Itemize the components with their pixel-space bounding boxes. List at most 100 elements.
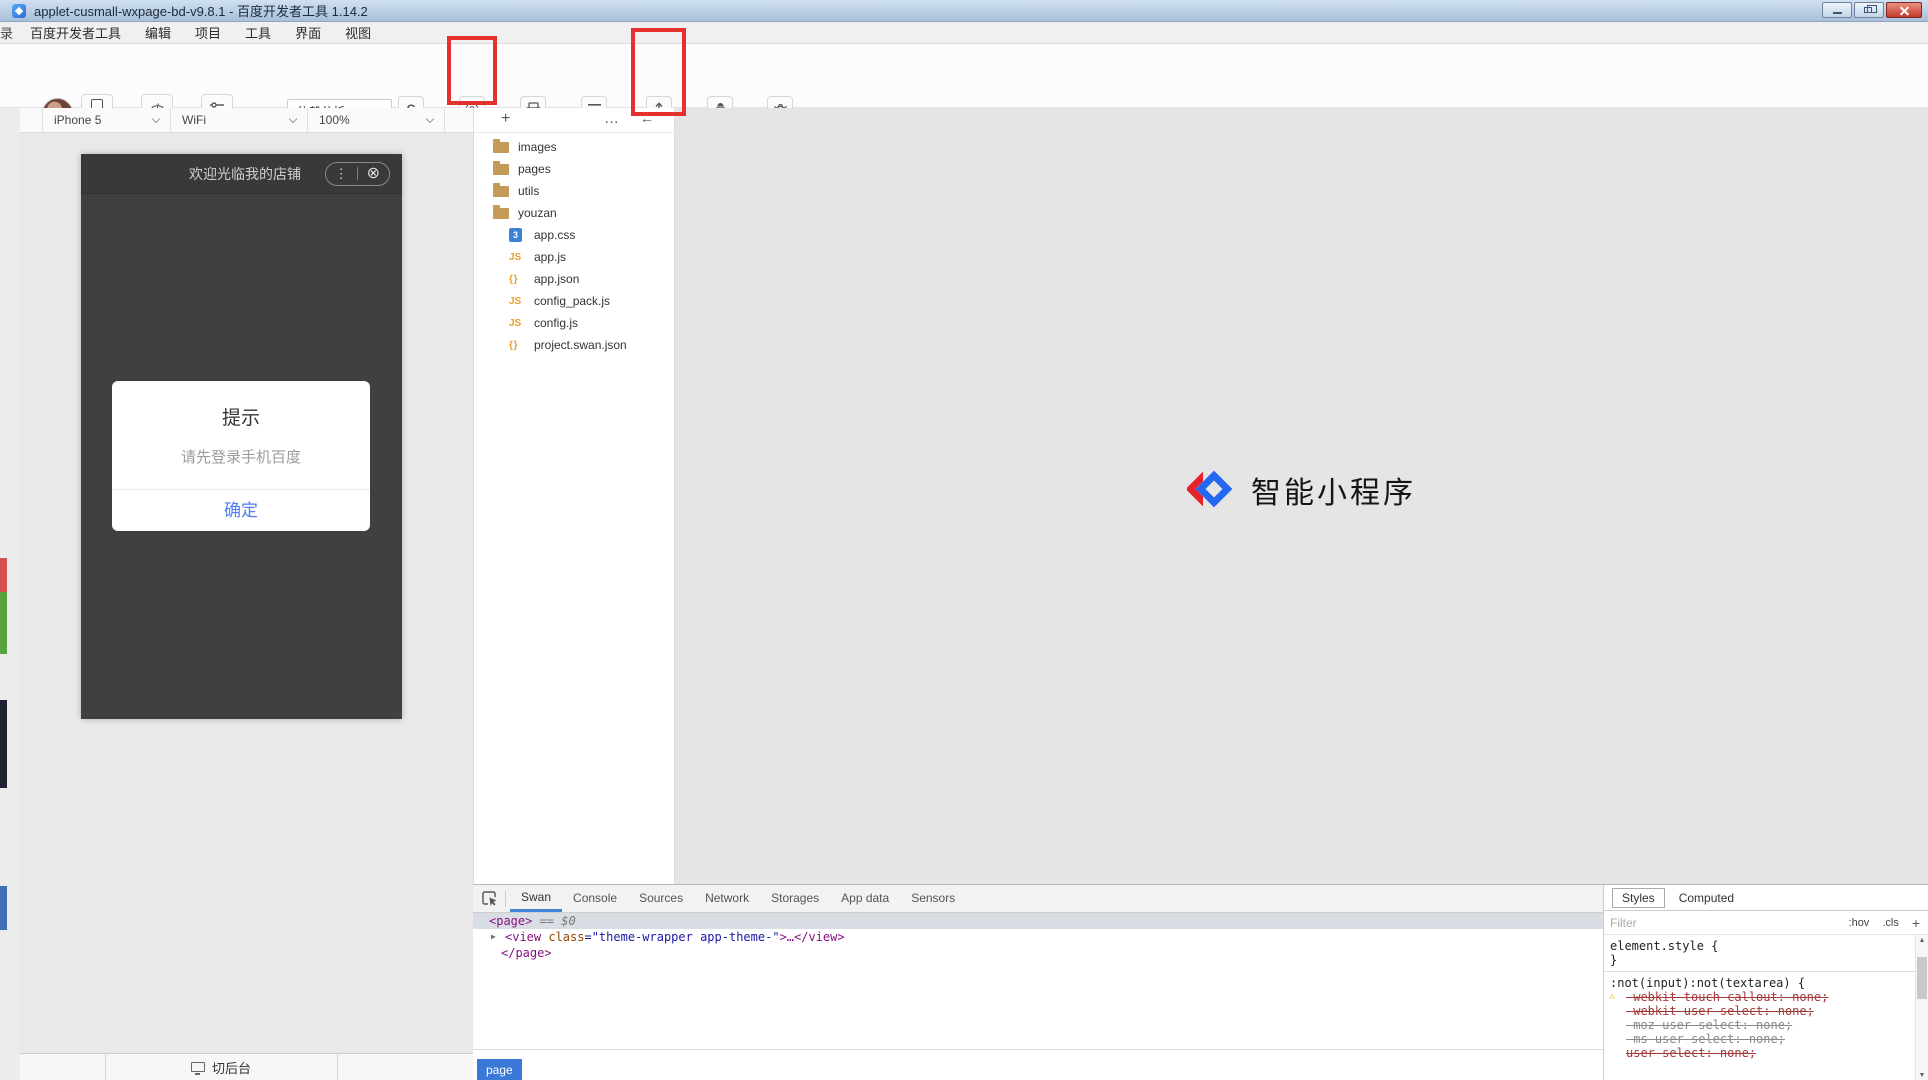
more-options-button[interactable]: … [604, 110, 620, 127]
preview-annotation-box [447, 36, 497, 105]
styles-scrollbar[interactable]: ▲ ▼ [1915, 935, 1928, 1080]
tab-sensors[interactable]: Sensors [900, 885, 966, 912]
expand-arrow-icon[interactable]: ▸ [474, 142, 493, 153]
tab-swan[interactable]: Swan [510, 885, 562, 912]
tree-item-config-js[interactable]: JS config.js [474, 312, 674, 334]
add-file-button[interactable]: + [501, 110, 510, 128]
expand-arrow-icon[interactable]: ▸ [474, 208, 493, 219]
tab-network[interactable]: Network [694, 885, 760, 912]
title-bar: applet-cusmall-wxpage-bd-v9.8.1 - 百度开发者工… [0, 0, 1928, 22]
modal-dialog: 提示 请先登录手机百度 确定 [112, 381, 370, 531]
folder-icon [493, 142, 509, 153]
tab-sources[interactable]: Sources [628, 885, 694, 912]
inspect-element-button[interactable] [482, 891, 498, 906]
pseudo-state-button[interactable]: :hov [1849, 917, 1870, 929]
css-property[interactable]: -webkit-user-select: none; [1610, 1004, 1912, 1018]
tree-item-utils[interactable]: ▸ utils [474, 180, 674, 202]
tree-item-config-pack-js[interactable]: JS config_pack.js [474, 290, 674, 312]
tree-item-images[interactable]: ▸ images [474, 136, 674, 158]
tree-item-app-js[interactable]: JS app.js [474, 246, 674, 268]
desktop-edge-sliver [0, 592, 7, 654]
menu-edit[interactable]: 编辑 [133, 23, 183, 42]
elements-breadcrumb-bar: page [473, 1049, 1603, 1080]
elements-tree: <page> == $0 ▶<view class="theme-wrapper… [473, 913, 1603, 1049]
scroll-up-icon[interactable]: ▲ [1916, 937, 1928, 944]
menu-dots-icon[interactable]: ⋮ [335, 166, 348, 182]
desktop-edge-sliver [0, 700, 7, 788]
new-style-rule-button[interactable]: + [1912, 915, 1920, 931]
minimize-icon [1833, 12, 1842, 14]
chevron-down-icon [152, 114, 160, 122]
breadcrumb-page[interactable]: page [477, 1059, 522, 1080]
element-classes-button[interactable]: .cls [1882, 917, 1899, 929]
device-select[interactable]: iPhone 5 [43, 108, 171, 132]
simulator-footer: 切后台 [20, 1053, 473, 1080]
expand-arrow-icon[interactable]: ▸ [474, 164, 493, 175]
css-file-icon: 3 [509, 228, 522, 242]
menu-project[interactable]: 项目 [183, 23, 233, 42]
network-select[interactable]: WiFi [171, 108, 308, 132]
css-selector[interactable]: :not(input):not(textarea) { [1610, 976, 1912, 990]
device-bar-spacer [20, 108, 43, 132]
publish-annotation-box [631, 28, 686, 116]
element-style-rule[interactable]: element.style { [1610, 939, 1912, 953]
element-row-page-close[interactable]: </page> [473, 945, 1603, 961]
close-button[interactable] [1886, 2, 1922, 18]
minimize-button[interactable] [1822, 2, 1852, 18]
folder-icon [493, 208, 509, 219]
css-property[interactable]: -ms-user-select: none; [1610, 1032, 1912, 1046]
styles-tab-bar: Styles Computed [1604, 885, 1928, 911]
tab-computed[interactable]: Computed [1670, 889, 1743, 907]
chevron-down-icon [289, 114, 297, 122]
tab-console[interactable]: Console [562, 885, 628, 912]
tree-item-project-swan-json[interactable]: { } project.swan.json [474, 334, 674, 356]
app-logo-icon [12, 4, 26, 18]
tree-item-youzan[interactable]: ▸ youzan [474, 202, 674, 224]
scroll-down-icon[interactable]: ▼ [1916, 1072, 1928, 1079]
expand-arrow-icon[interactable]: ▶ [491, 929, 496, 945]
folder-icon [493, 164, 509, 175]
scrollbar-thumb[interactable] [1917, 957, 1927, 999]
inspect-cursor-icon [482, 891, 498, 906]
tree-item-pages[interactable]: ▸ pages [474, 158, 674, 180]
switch-background-button[interactable]: 切后台 [105, 1054, 337, 1080]
json-file-icon: { } [509, 274, 517, 285]
css-property[interactable]: ⚠ -webkit-touch-callout: none; [1610, 990, 1912, 1004]
element-row-page-open[interactable]: <page> == $0 [473, 913, 1603, 929]
css-property[interactable]: user-select: none; [1610, 1046, 1912, 1060]
chevron-down-icon [426, 114, 434, 122]
zoom-select[interactable]: 100% [308, 108, 445, 132]
styles-panel: Styles Computed :hov .cls + element.styl… [1603, 885, 1928, 1080]
tree-item-app-json[interactable]: { } app.json [474, 268, 674, 290]
simulator-panel: 欢迎光临我的店铺 ⋮ ⊗ 提示 请先登录手机百度 确定 [20, 133, 473, 1053]
dialog-title: 提示 [112, 403, 370, 430]
tab-app-data[interactable]: App data [830, 885, 900, 912]
swan-logo-icon [1187, 468, 1235, 512]
smart-miniprogram-logo: 智能小程序 [1187, 468, 1416, 512]
desktop-edge-sliver [0, 558, 7, 592]
tab-storages[interactable]: Storages [760, 885, 830, 912]
restore-icon [1864, 7, 1872, 13]
menu-devtools[interactable]: 百度开发者工具 [18, 23, 133, 42]
tree-item-app-css[interactable]: 3 app.css [474, 224, 674, 246]
tab-styles[interactable]: Styles [1612, 888, 1665, 908]
menu-interface[interactable]: 界面 [283, 23, 333, 42]
menu-tools[interactable]: 工具 [233, 23, 283, 42]
window-title: applet-cusmall-wxpage-bd-v9.8.1 - 百度开发者工… [34, 1, 368, 20]
css-property[interactable]: -moz-user-select: none; [1610, 1018, 1912, 1032]
dialog-confirm-button[interactable]: 确定 [112, 490, 370, 531]
styles-filter-input[interactable] [1610, 916, 1750, 930]
warning-icon: ⚠ [1609, 990, 1615, 1004]
menu-bar: 录 百度开发者工具 编辑 项目 工具 界面 视图 [0, 22, 1928, 44]
dialog-message: 请先登录手机百度 [112, 446, 370, 467]
json-file-icon: { } [509, 340, 517, 351]
expand-arrow-icon[interactable]: ▸ [474, 186, 493, 197]
element-row-view[interactable]: ▶<view class="theme-wrapper app-theme-">… [473, 929, 1603, 945]
desktop-edge-sliver [0, 886, 7, 930]
menu-view[interactable]: 视图 [333, 23, 383, 42]
styles-filter-row: :hov .cls + [1604, 911, 1928, 935]
close-app-icon[interactable]: ⊗ [367, 166, 380, 182]
styles-rules: element.style { } :not(input):not(textar… [1604, 935, 1928, 1060]
toolbar: 模拟器 </> 编辑器 调试器 依赖分析 C 编译 ◎ 预览 [0, 44, 1928, 108]
restore-button[interactable] [1854, 2, 1884, 18]
